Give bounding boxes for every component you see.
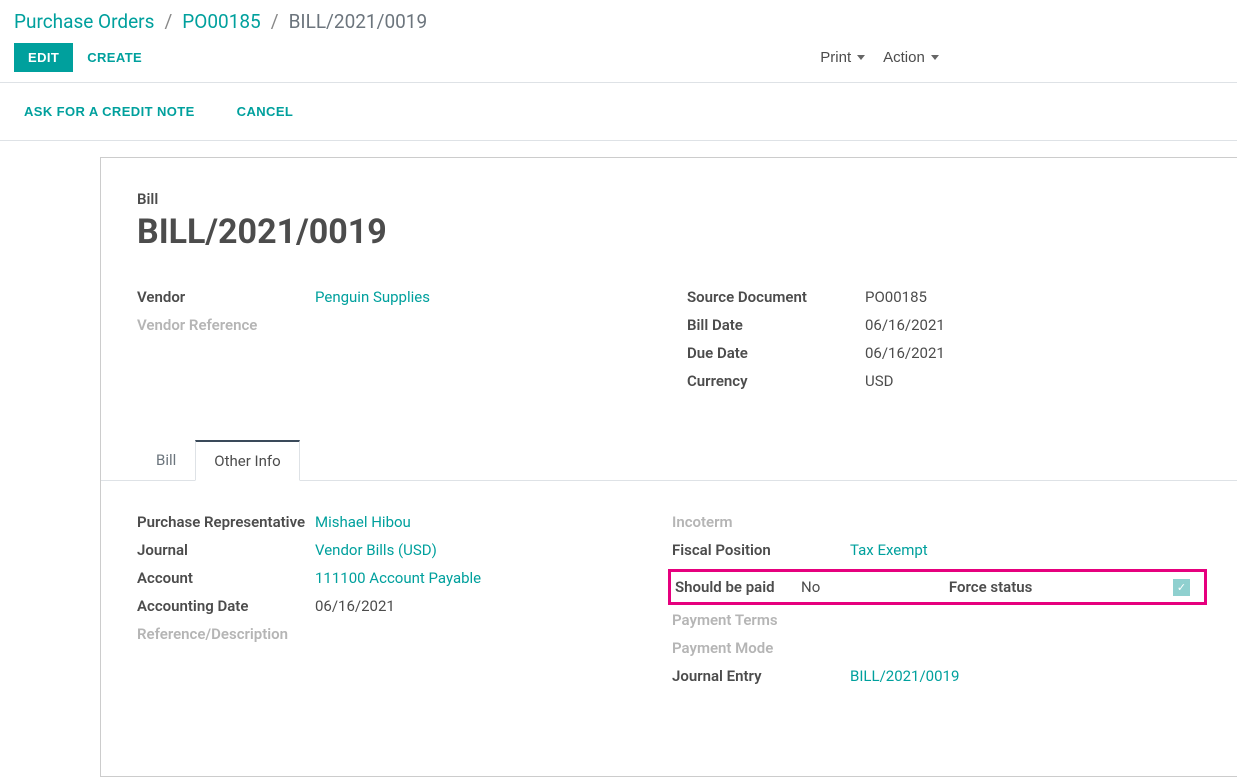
- bill-date-value: 06/16/2021: [865, 316, 945, 334]
- due-date-value: 06/16/2021: [865, 344, 945, 362]
- due-date-label: Due Date: [687, 344, 865, 362]
- vendor-ref-label: Vendor Reference: [137, 316, 315, 334]
- caret-down-icon: [857, 55, 865, 60]
- should-be-paid-highlight: Should be paid No Force status ✓: [668, 569, 1207, 605]
- fiscal-position-value[interactable]: Tax Exempt: [850, 541, 928, 559]
- caret-down-icon: [931, 55, 939, 60]
- cancel-button[interactable]: CANCEL: [237, 97, 308, 126]
- accounting-date-value: 06/16/2021: [315, 597, 395, 615]
- payment-mode-label: Payment Mode: [672, 639, 850, 657]
- purchase-rep-label: Purchase Representative: [137, 513, 315, 531]
- currency-value: USD: [865, 372, 893, 390]
- ref-desc-label: Reference/Description: [137, 625, 288, 643]
- journal-entry-label: Journal Entry: [672, 667, 850, 685]
- bill-date-label: Bill Date: [687, 316, 865, 334]
- action-dropdown[interactable]: Action: [883, 49, 939, 66]
- ask-credit-note-button[interactable]: ASK FOR A CREDIT NOTE: [24, 97, 209, 126]
- purchase-rep-value[interactable]: Mishael Hibou: [315, 513, 411, 531]
- journal-value[interactable]: Vendor Bills (USD): [315, 541, 437, 559]
- payment-terms-label: Payment Terms: [672, 611, 850, 629]
- create-button[interactable]: CREATE: [73, 43, 156, 72]
- accounting-date-label: Accounting Date: [137, 597, 315, 615]
- source-doc-label: Source Document: [687, 288, 865, 306]
- form-sheet: Bill BILL/2021/0019 Vendor Penguin Suppl…: [100, 157, 1237, 777]
- currency-label: Currency: [687, 372, 865, 390]
- should-be-paid-label: Should be paid: [671, 578, 801, 596]
- vendor-label: Vendor: [137, 288, 315, 306]
- tabs: Bill Other Info: [101, 440, 1237, 481]
- toolbar: EDIT CREATE Print Action: [0, 39, 1237, 82]
- status-actionbar: ASK FOR A CREDIT NOTE CANCEL: [0, 82, 1237, 141]
- breadcrumb-root[interactable]: Purchase Orders: [14, 10, 154, 33]
- section-label: Bill: [137, 190, 1237, 208]
- check-icon: ✓: [1177, 581, 1186, 594]
- breadcrumb-sep: /: [271, 10, 279, 33]
- fiscal-position-label: Fiscal Position: [672, 541, 850, 559]
- journal-entry-value[interactable]: BILL/2021/0019: [850, 667, 959, 685]
- source-doc-value: PO00185: [865, 288, 927, 306]
- force-status-checkbox[interactable]: ✓: [1173, 579, 1190, 596]
- incoterm-label: Incoterm: [672, 513, 850, 531]
- vendor-value[interactable]: Penguin Supplies: [315, 288, 430, 306]
- breadcrumb-current: BILL/2021/0019: [289, 10, 428, 33]
- account-value[interactable]: 111100 Account Payable: [315, 569, 481, 587]
- force-status-label: Force status: [949, 578, 1032, 596]
- breadcrumb: Purchase Orders / PO00185 / BILL/2021/00…: [0, 0, 1237, 39]
- page-title: BILL/2021/0019: [137, 212, 1237, 252]
- tab-other-info[interactable]: Other Info: [195, 440, 299, 481]
- tab-bill[interactable]: Bill: [137, 440, 195, 481]
- print-dropdown[interactable]: Print: [820, 49, 865, 66]
- action-label: Action: [883, 49, 925, 66]
- account-label: Account: [137, 569, 315, 587]
- breadcrumb-sep: /: [164, 10, 172, 33]
- print-label: Print: [820, 49, 851, 66]
- edit-button[interactable]: EDIT: [14, 43, 73, 72]
- should-be-paid-value: No: [801, 578, 820, 596]
- journal-label: Journal: [137, 541, 315, 559]
- breadcrumb-po[interactable]: PO00185: [182, 10, 260, 33]
